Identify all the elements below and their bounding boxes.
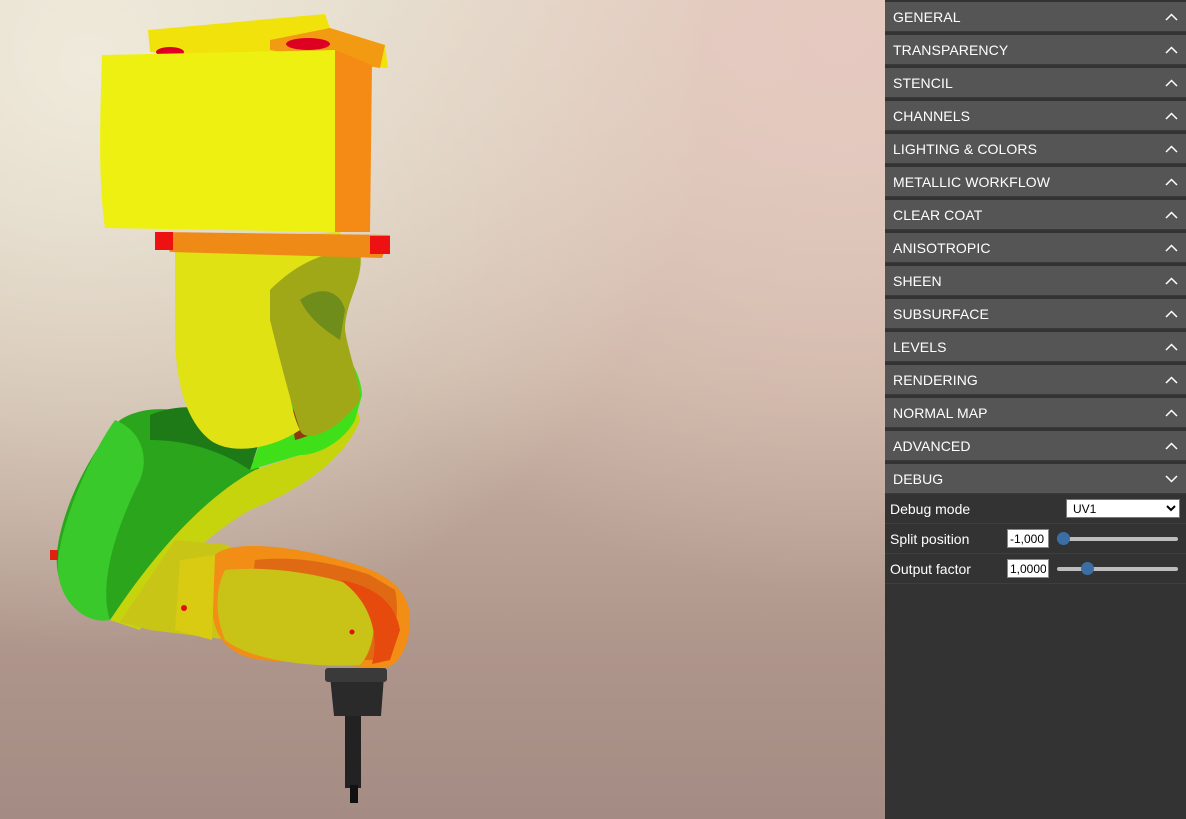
split-position-input[interactable] bbox=[1007, 529, 1049, 548]
slider-track bbox=[1057, 536, 1178, 541]
properties-panel: GENERAL TRANSPARENCY STENCIL CHANNELS LIGHTI… bbox=[885, 0, 1186, 819]
section-advanced[interactable]: ADVANCED bbox=[885, 431, 1186, 461]
chevron-up-icon bbox=[1164, 76, 1178, 90]
section-label: LIGHTING & COLORS bbox=[893, 140, 1038, 157]
section-channels[interactable]: CHANNELS bbox=[885, 101, 1186, 131]
section-rendering[interactable]: RENDERING bbox=[885, 365, 1186, 395]
chevron-down-icon bbox=[1164, 472, 1178, 486]
output-factor-slider[interactable] bbox=[1057, 561, 1178, 576]
section-label: GENERAL bbox=[893, 8, 961, 25]
section-lighting-colors[interactable]: LIGHTING & COLORS bbox=[885, 134, 1186, 164]
slider-track bbox=[1057, 566, 1178, 571]
section-label: ANISOTROPIC bbox=[893, 239, 991, 256]
chevron-up-icon bbox=[1164, 109, 1178, 123]
chevron-up-icon bbox=[1164, 175, 1178, 189]
chevron-up-icon bbox=[1164, 439, 1178, 453]
slider-thumb[interactable] bbox=[1081, 561, 1094, 575]
section-debug[interactable]: DEBUG bbox=[885, 464, 1186, 494]
section-label: ADVANCED bbox=[893, 437, 971, 454]
section-sheen[interactable]: SHEEN bbox=[885, 266, 1186, 296]
split-position-row: Split position bbox=[885, 524, 1186, 554]
section-general[interactable]: GENERAL bbox=[885, 2, 1186, 32]
chevron-up-icon bbox=[1164, 274, 1178, 288]
debug-section-content: Debug mode UV1 Split position Output fac… bbox=[885, 494, 1186, 584]
debug-mode-label: Debug mode bbox=[890, 500, 971, 517]
slider-thumb[interactable] bbox=[1057, 531, 1070, 545]
output-factor-label: Output factor bbox=[890, 560, 971, 577]
chevron-up-icon bbox=[1164, 241, 1178, 255]
section-label: CLEAR COAT bbox=[893, 206, 983, 223]
chevron-up-icon bbox=[1164, 43, 1178, 57]
section-label: CHANNELS bbox=[893, 107, 971, 124]
section-label: SUBSURFACE bbox=[893, 305, 989, 322]
section-label: STENCIL bbox=[893, 74, 953, 91]
section-anisotropic[interactable]: ANISOTROPIC bbox=[885, 233, 1186, 263]
chevron-up-icon bbox=[1164, 10, 1178, 24]
section-metallic-workflow[interactable]: METALLIC WORKFLOW bbox=[885, 167, 1186, 197]
section-clear-coat[interactable]: CLEAR COAT bbox=[885, 200, 1186, 230]
output-factor-row: Output factor bbox=[885, 554, 1186, 584]
section-label: METALLIC WORKFLOW bbox=[893, 173, 1051, 190]
section-label: DEBUG bbox=[893, 470, 944, 487]
section-levels[interactable]: LEVELS bbox=[885, 332, 1186, 362]
3d-viewport[interactable] bbox=[0, 0, 885, 819]
split-position-label: Split position bbox=[890, 530, 970, 547]
section-label: RENDERING bbox=[893, 371, 978, 388]
debug-mode-row: Debug mode UV1 bbox=[885, 494, 1186, 524]
output-factor-input[interactable] bbox=[1007, 559, 1049, 578]
chevron-up-icon bbox=[1164, 142, 1178, 156]
chevron-up-icon bbox=[1164, 373, 1178, 387]
chevron-up-icon bbox=[1164, 406, 1178, 420]
chevron-up-icon bbox=[1164, 340, 1178, 354]
section-label: NORMAL MAP bbox=[893, 404, 988, 421]
section-label: TRANSPARENCY bbox=[893, 41, 1009, 58]
split-position-slider[interactable] bbox=[1057, 531, 1178, 546]
section-normal-map[interactable]: NORMAL MAP bbox=[885, 398, 1186, 428]
section-stencil[interactable]: STENCIL bbox=[885, 68, 1186, 98]
chevron-up-icon bbox=[1164, 307, 1178, 321]
robot-arm-model bbox=[50, 14, 410, 803]
chevron-up-icon bbox=[1164, 208, 1178, 222]
section-label: SHEEN bbox=[893, 272, 942, 289]
section-subsurface[interactable]: SUBSURFACE bbox=[885, 299, 1186, 329]
section-transparency[interactable]: TRANSPARENCY bbox=[885, 35, 1186, 65]
debug-mode-select[interactable]: UV1 bbox=[1066, 499, 1180, 518]
section-label: LEVELS bbox=[893, 338, 947, 355]
